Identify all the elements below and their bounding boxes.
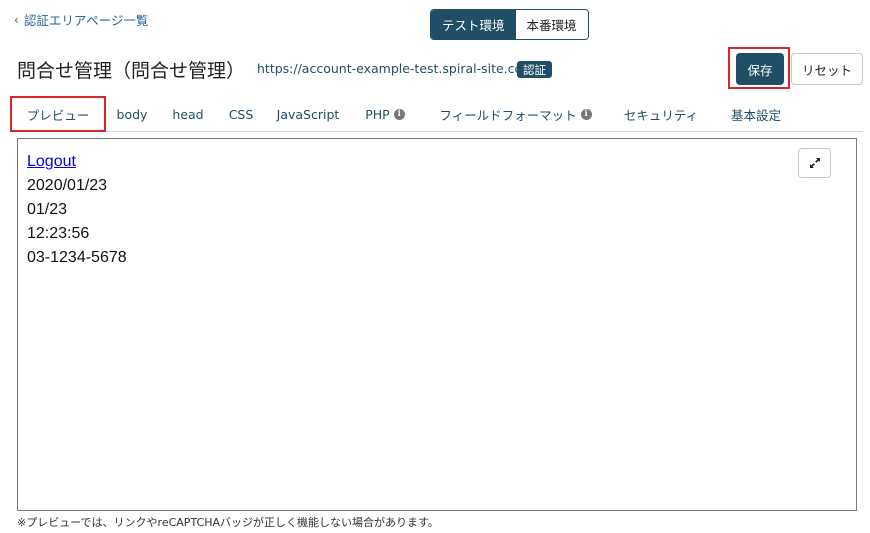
expand-icon <box>809 158 820 168</box>
tab-label: 基本設定 <box>730 107 781 123</box>
tab-css[interactable]: CSS <box>227 96 255 132</box>
save-button[interactable]: 保存 <box>736 53 784 85</box>
tab-security[interactable]: セキュリティ <box>622 96 700 132</box>
tab-label: head <box>172 106 204 122</box>
tab-label: CSS <box>228 106 254 122</box>
reset-button[interactable]: リセット <box>791 53 863 85</box>
info-icon: i <box>580 108 592 120</box>
tab-label: JavaScript <box>276 106 340 122</box>
tab-label: セキュリティ <box>623 107 699 123</box>
preview-short-date: 01/23 <box>27 201 68 218</box>
preview-footnote: ※プレビューでは、リンクやreCAPTCHAバッジが正しく機能しない場合がありま… <box>17 516 439 529</box>
tab-field-format[interactable]: フィールドフォーマット i <box>433 96 598 132</box>
preview-content: Logout 2020/01/23 01/23 12:23:56 03-1234… <box>27 150 127 270</box>
tab-label: PHP <box>365 106 390 122</box>
env-test-option[interactable]: テスト環境 <box>431 10 516 39</box>
tab-preview[interactable]: プレビュー <box>10 96 106 132</box>
env-production-option[interactable]: 本番環境 <box>515 10 588 39</box>
info-icon: i <box>393 108 405 120</box>
preview-date: 2020/01/23 <box>27 177 108 194</box>
editor-tabs: プレビュー body head CSS JavaScript PHP i フィー… <box>10 96 863 132</box>
tab-head[interactable]: head <box>170 96 206 132</box>
back-link-label: 認証エリアページ一覧 <box>23 13 149 28</box>
auth-badge: 認証 <box>517 61 552 78</box>
environment-toggle: テスト環境 本番環境 <box>430 9 589 40</box>
preview-phone: 03-1234-5678 <box>27 249 127 266</box>
expand-preview-button[interactable] <box>798 148 831 178</box>
logout-link[interactable]: Logout <box>27 150 127 174</box>
tab-php[interactable]: PHP i <box>362 96 408 132</box>
preview-frame: Logout 2020/01/23 01/23 12:23:56 03-1234… <box>17 138 857 511</box>
page-url: https://account-example-test.spiral-site… <box>257 61 535 76</box>
tab-label: body <box>116 106 148 122</box>
page-title: 問合せ管理（問合せ管理） <box>17 60 246 82</box>
tab-basic-settings[interactable]: 基本設定 <box>727 96 785 132</box>
tab-javascript[interactable]: JavaScript <box>276 96 340 132</box>
tab-body[interactable]: body <box>114 96 150 132</box>
tab-label: プレビュー <box>26 107 90 123</box>
preview-time: 12:23:56 <box>27 225 90 242</box>
chevron-left-icon: ‹ <box>14 12 19 27</box>
back-to-list-link[interactable]: ‹ 認証エリアページ一覧 <box>14 10 148 29</box>
tab-label: フィールドフォーマット <box>439 107 577 123</box>
